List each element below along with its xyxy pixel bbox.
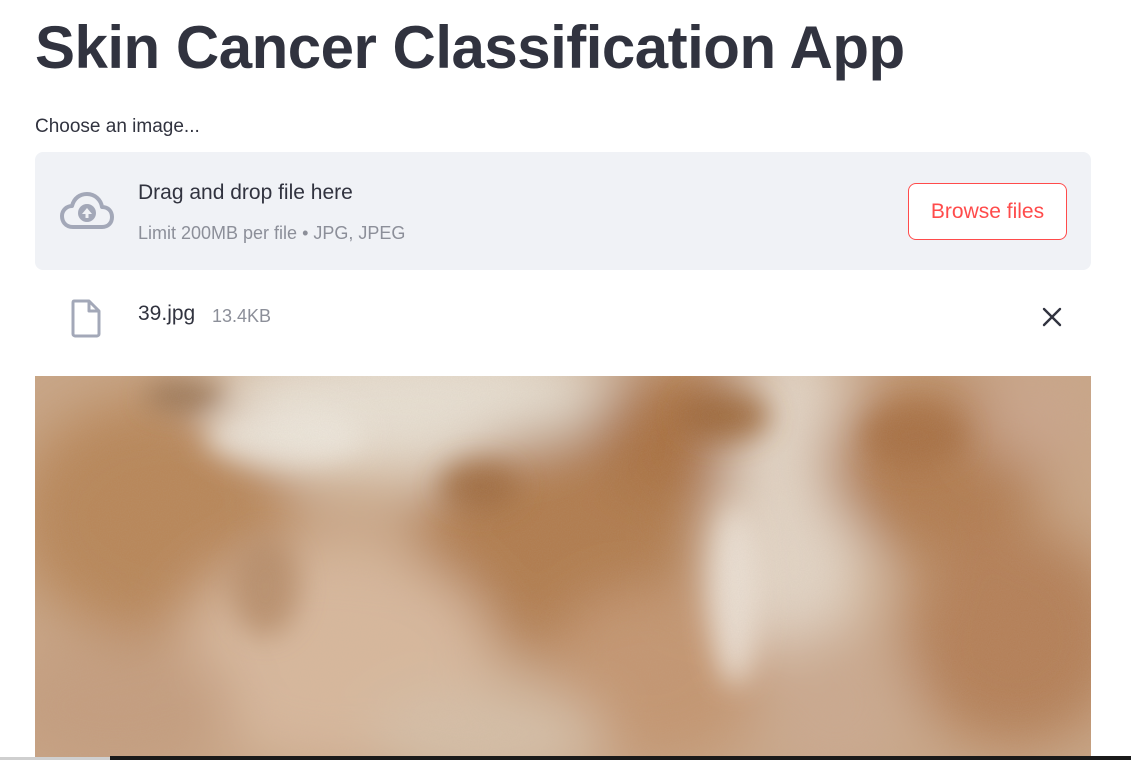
- page-title: Skin Cancer Classification App: [35, 14, 905, 81]
- close-icon: [1041, 306, 1063, 333]
- skin-lesion-image: [35, 376, 1091, 760]
- remove-file-button[interactable]: [1035, 302, 1069, 336]
- file-dropzone[interactable]: Drag and drop file here Limit 200MB per …: [35, 152, 1091, 270]
- horizontal-scrollbar[interactable]: [110, 756, 1131, 760]
- uploaded-file-name: 39.jpg: [138, 302, 196, 325]
- uploaded-image-preview: [35, 376, 1091, 760]
- file-uploader-label: Choose an image...: [35, 116, 200, 137]
- dropzone-limit-text: Limit 200MB per file • JPG, JPEG: [138, 223, 406, 243]
- browse-files-button[interactable]: Browse files: [908, 183, 1067, 240]
- uploaded-file-size: 13.4KB: [212, 306, 272, 326]
- dropzone-instructions: Drag and drop file here: [138, 181, 353, 204]
- cloud-upload-icon: [59, 189, 115, 233]
- uploaded-file-row: 39.jpg 13.4KB: [35, 290, 1091, 346]
- file-icon: [70, 298, 102, 338]
